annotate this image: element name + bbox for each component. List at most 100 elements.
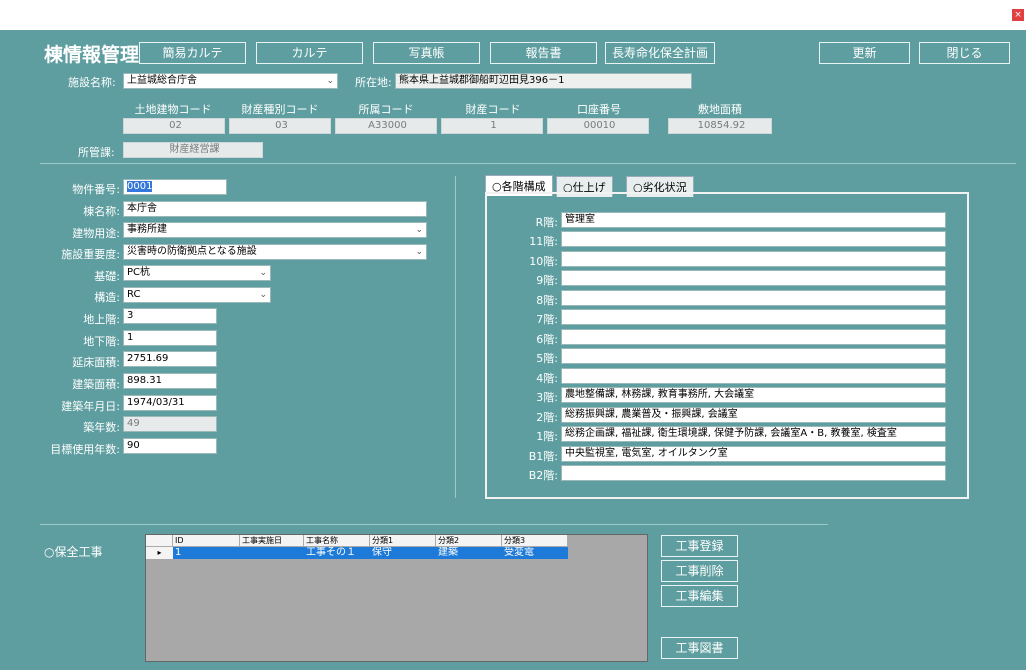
floor-field-6[interactable] (561, 329, 946, 345)
window-title-bar (0, 0, 1026, 30)
floor-label-1: 1階: (536, 430, 558, 443)
construction-register-button[interactable]: 工事登録 (661, 535, 738, 557)
floors-below-label: 地下階: (83, 335, 120, 348)
building-use-select[interactable]: 事務所建 ⌄ (123, 222, 427, 238)
chevron-down-icon[interactable]: ⌄ (259, 266, 267, 280)
chevron-down-icon[interactable]: ⌄ (415, 223, 423, 237)
row-selector[interactable]: ▸ (146, 547, 173, 559)
floor-field-10[interactable] (561, 251, 946, 267)
table-cell-category1[interactable]: 保守 (370, 547, 436, 559)
construction-delete-button[interactable]: 工事削除 (661, 560, 738, 582)
floor-field-b1[interactable]: 中央監視室, 電気室, オイルタンク室 (561, 446, 946, 462)
report-button[interactable]: 報告書 (490, 42, 597, 64)
grid-header-category3[interactable]: 分類3 (502, 535, 568, 547)
karte-button[interactable]: カルテ (256, 42, 363, 64)
building-use-value: 事務所建 (127, 224, 167, 235)
table-cell-name[interactable]: 工事その１ (304, 547, 370, 559)
chevron-down-icon[interactable]: ⌄ (259, 288, 267, 302)
floor-label-3: 3階: (536, 391, 558, 404)
total-floor-area-label: 延床面積: (72, 356, 120, 369)
section-divider (40, 524, 828, 525)
building-use-label: 建物用途: (72, 227, 120, 240)
location-field[interactable]: 熊本県上益城郡御船町辺田見396－1 (395, 73, 692, 89)
floor-field-4[interactable] (561, 368, 946, 384)
department-field[interactable]: 財産経営課 (123, 142, 263, 158)
section-divider (40, 163, 1016, 164)
floor-label-9: 9階: (536, 274, 558, 287)
row-pointer-icon: ▸ (157, 548, 162, 557)
property-code-field[interactable]: 1 (441, 118, 543, 134)
table-cell-id[interactable]: 1 (173, 547, 240, 559)
department-label: 所管課: (78, 146, 115, 159)
floor-field-2[interactable]: 総務振興課, 農業普及・振興課, 会議室 (561, 407, 946, 423)
floor-field-7[interactable] (561, 309, 946, 325)
floor-label-10: 10階: (529, 255, 558, 268)
site-area-header: 敷地面積 (698, 103, 742, 116)
floors-above-label: 地上階: (83, 313, 120, 326)
floors-above-field[interactable]: 3 (123, 308, 217, 324)
importance-label: 施設重要度: (61, 248, 120, 261)
simple-karte-button[interactable]: 簡易カルテ (139, 42, 246, 64)
floor-field-9[interactable] (561, 270, 946, 286)
table-cell-category2[interactable]: 建築 (436, 547, 502, 559)
floor-label-8: 8階: (536, 294, 558, 307)
close-icon[interactable]: × (1014, 10, 1022, 20)
site-area-field[interactable]: 10854.92 (668, 118, 772, 134)
grid-header-category2[interactable]: 分類2 (436, 535, 502, 547)
property-code-header: 財産コード (465, 103, 521, 116)
window-close-button[interactable]: × (1012, 9, 1024, 21)
update-button[interactable]: 更新 (819, 42, 910, 64)
foundation-select[interactable]: PC杭 ⌄ (123, 265, 271, 281)
target-years-field[interactable]: 90 (123, 438, 217, 454)
floor-field-1[interactable]: 総務企画課, 福祉課, 衛生環境課, 保健予防課, 会議室A・B, 教養室, 検… (561, 426, 946, 442)
foundation-value: PC杭 (127, 267, 151, 278)
floor-field-r[interactable]: 管理室 (561, 212, 946, 228)
grid-header-date[interactable]: 工事実施日 (240, 535, 304, 547)
photo-album-button[interactable]: 写真帳 (373, 42, 480, 64)
structure-select[interactable]: RC ⌄ (123, 287, 271, 303)
maintenance-title: ○保全工事 (44, 545, 103, 559)
table-cell-date[interactable] (240, 547, 304, 559)
building-number-field[interactable]: 0001 (123, 179, 227, 195)
grid-header-category1[interactable]: 分類1 (370, 535, 436, 547)
target-years-label: 目標使用年数: (50, 443, 120, 456)
chevron-down-icon[interactable]: ⌄ (415, 245, 423, 259)
building-age-field[interactable]: 49 (123, 416, 217, 432)
grid-header-id[interactable]: ID (173, 535, 240, 547)
table-cell-category3[interactable]: 受変電 (502, 547, 568, 559)
close-button[interactable]: 閉じる (919, 42, 1010, 64)
floor-label-2: 2階: (536, 411, 558, 424)
longevity-plan-button[interactable]: 長寿命化保全計画 (605, 42, 715, 64)
affiliation-code-field[interactable]: A33000 (335, 118, 437, 134)
floor-label-4: 4階: (536, 372, 558, 385)
grid-header-name[interactable]: 工事名称 (304, 535, 370, 547)
property-type-code-field[interactable]: 03 (229, 118, 331, 134)
property-type-code-header: 財産種別コード (241, 103, 319, 116)
floors-below-field[interactable]: 1 (123, 330, 217, 346)
construction-edit-button[interactable]: 工事編集 (661, 585, 738, 607)
built-date-field[interactable]: 1974/03/31 (123, 395, 217, 411)
floor-label-b1: B1階: (528, 450, 558, 463)
floor-field-8[interactable] (561, 290, 946, 306)
floor-label-5: 5階: (536, 352, 558, 365)
construction-documents-button[interactable]: 工事図書 (661, 637, 738, 659)
floor-field-11[interactable] (561, 231, 946, 247)
account-number-header: 口座番号 (577, 103, 621, 116)
foundation-label: 基礎: (94, 270, 120, 283)
building-area-field[interactable]: 898.31 (123, 373, 217, 389)
facility-name-select[interactable]: 上益城総合庁舎 ⌄ (123, 73, 338, 89)
floor-field-5[interactable] (561, 348, 946, 364)
facility-name-value: 上益城総合庁舎 (127, 75, 197, 86)
importance-select[interactable]: 災害時の防衛拠点となる施設 ⌄ (123, 244, 427, 260)
chevron-down-icon[interactable]: ⌄ (326, 74, 334, 88)
floor-label-11: 11階: (529, 235, 558, 248)
total-floor-area-field[interactable]: 2751.69 (123, 351, 217, 367)
land-building-code-header: 土地建物コード (134, 103, 212, 116)
floor-field-b2[interactable] (561, 465, 946, 481)
structure-value: RC (127, 289, 141, 300)
account-number-field[interactable]: 00010 (547, 118, 649, 134)
land-building-code-field[interactable]: 02 (123, 118, 225, 134)
building-name-field[interactable]: 本庁舎 (123, 201, 427, 217)
floor-field-3[interactable]: 農地整備課, 林務課, 教育事務所, 大会議室 (561, 387, 946, 403)
floor-label-b2: B2階: (528, 469, 558, 482)
